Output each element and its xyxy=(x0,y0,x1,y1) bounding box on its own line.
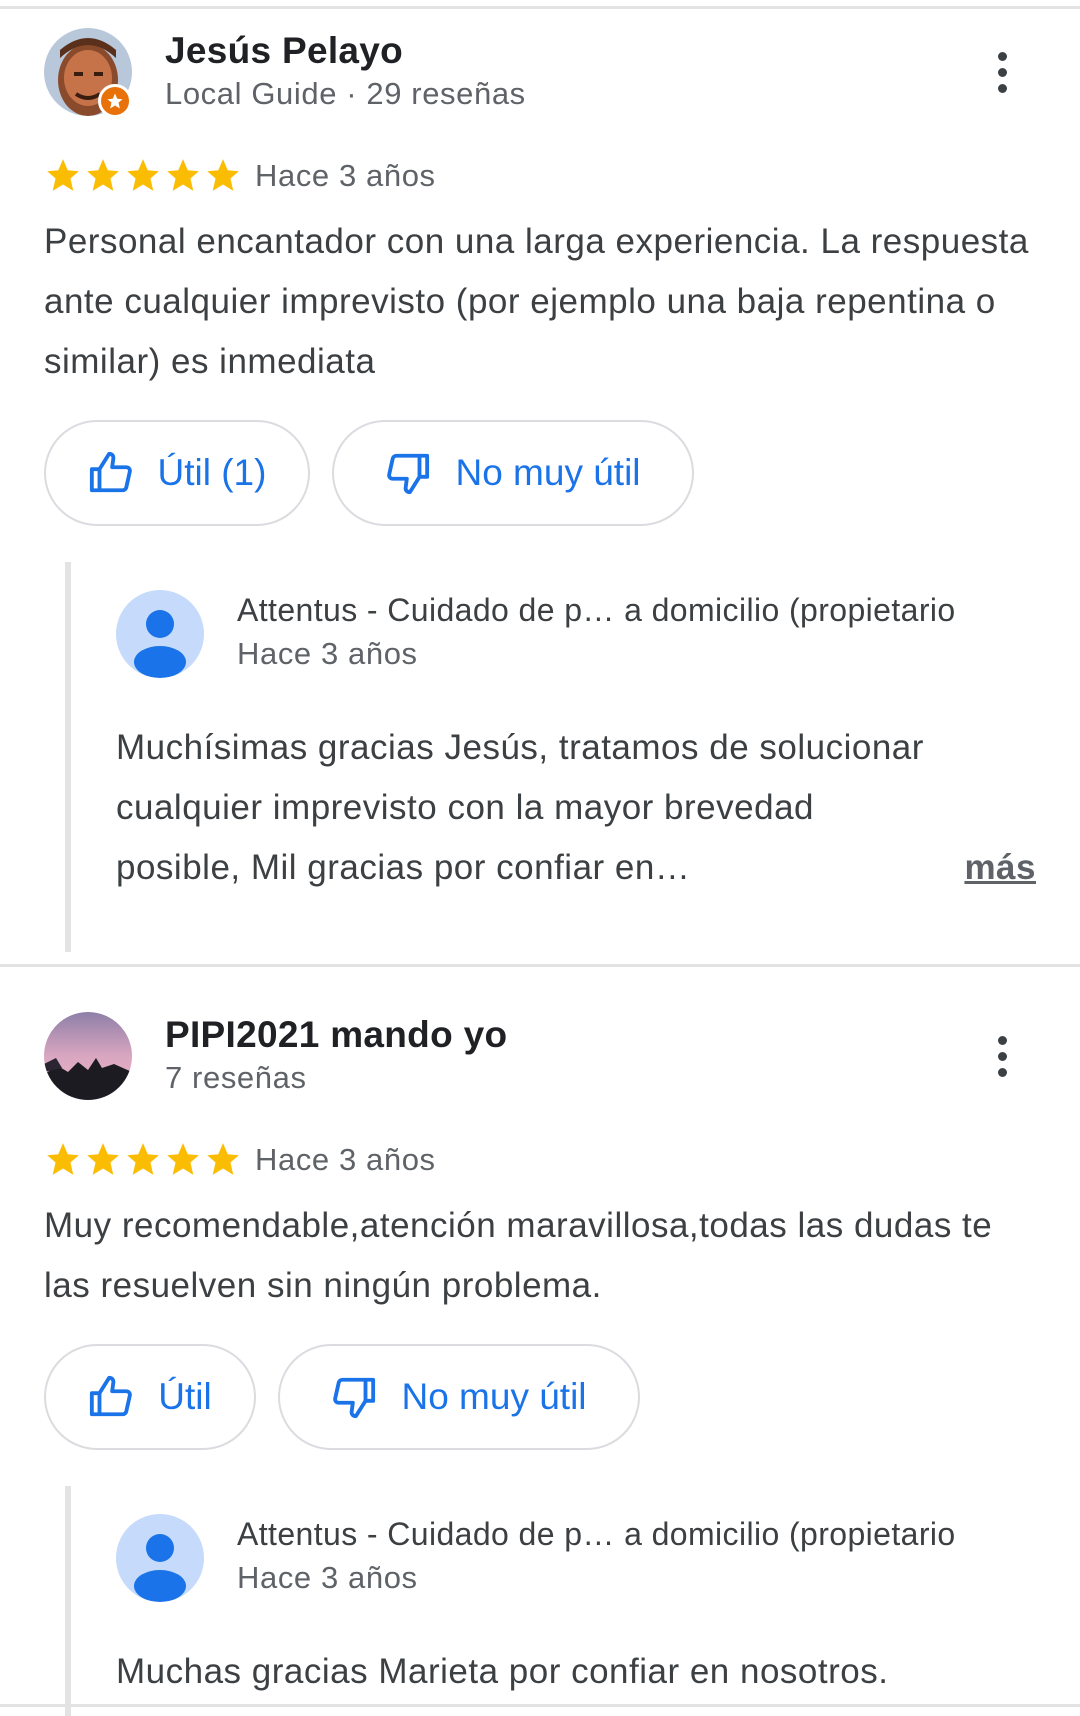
reply-date: Hace 3 años xyxy=(237,1560,418,1595)
star-icon xyxy=(207,159,239,191)
local-guide-star-icon xyxy=(98,84,132,118)
not-helpful-button[interactable]: No muy útil xyxy=(278,1344,640,1450)
not-helpful-label: No muy útil xyxy=(455,452,641,493)
review-text: Muy recomendable,atención maravillosa,to… xyxy=(44,1206,993,1305)
star-icon xyxy=(167,1143,199,1175)
author-meta: 7 reseñas xyxy=(165,1060,307,1095)
thumb-down-icon xyxy=(387,453,430,495)
owner-avatar xyxy=(116,590,204,678)
star-icon xyxy=(167,159,199,191)
thumb-up-icon xyxy=(89,451,132,493)
helpful-label: Útil xyxy=(158,1376,212,1417)
review-divider xyxy=(0,964,1080,967)
author-meta: Local Guide · 29 reseñas xyxy=(165,76,526,111)
star-icon xyxy=(87,159,119,191)
star-rating xyxy=(44,156,242,194)
owner-avatar xyxy=(116,1514,204,1602)
more-vert-icon[interactable] xyxy=(980,42,1024,102)
thumb-down-icon xyxy=(333,1377,376,1419)
review-date: Hace 3 años xyxy=(255,1142,436,1177)
not-helpful-button[interactable]: No muy útil xyxy=(332,420,694,526)
not-helpful-label: No muy útil xyxy=(401,1376,587,1417)
star-icon xyxy=(127,1143,159,1175)
owner-name: Attentus - Cuidado de p… a domicilio (pr… xyxy=(237,1516,956,1552)
bottom-divider xyxy=(0,1704,1080,1707)
owner-name: Attentus - Cuidado de p… a domicilio (pr… xyxy=(237,592,956,628)
top-divider xyxy=(0,6,1080,9)
author-avatar[interactable] xyxy=(44,1012,132,1100)
star-icon xyxy=(207,1143,239,1175)
helpful-button[interactable]: Útil (1) xyxy=(44,420,310,526)
reply-text-body: Muchísimas gracias Jesús, tratamos de so… xyxy=(116,728,924,887)
more-vert-icon[interactable] xyxy=(980,1026,1024,1086)
author-photo xyxy=(44,1012,132,1100)
thumb-up-icon xyxy=(90,1375,133,1417)
review-date: Hace 3 años xyxy=(255,158,436,193)
star-icon xyxy=(87,1143,119,1175)
person-icon xyxy=(134,1534,186,1602)
more-link[interactable]: más xyxy=(964,838,1036,898)
reply-text: Muchísimas gracias Jesús, tratamos de so… xyxy=(116,718,1036,898)
star-icon xyxy=(47,159,79,191)
star-icon xyxy=(127,159,159,191)
reply-text: Muchas gracias Marieta por confiar en no… xyxy=(116,1652,889,1691)
person-icon xyxy=(134,610,186,678)
review-text: Personal encantador con una larga experi… xyxy=(44,222,1029,381)
helpful-button[interactable]: Útil xyxy=(44,1344,256,1450)
reply-date: Hace 3 años xyxy=(237,636,418,671)
author-name[interactable]: Jesús Pelayo xyxy=(165,30,403,72)
author-name[interactable]: PIPI2021 mando yo xyxy=(165,1014,507,1056)
star-icon xyxy=(47,1143,79,1175)
reply-indent-bar xyxy=(65,1486,71,1716)
star-rating xyxy=(44,1140,242,1178)
reply-indent-bar xyxy=(65,562,71,952)
helpful-label: Útil (1) xyxy=(157,452,267,493)
